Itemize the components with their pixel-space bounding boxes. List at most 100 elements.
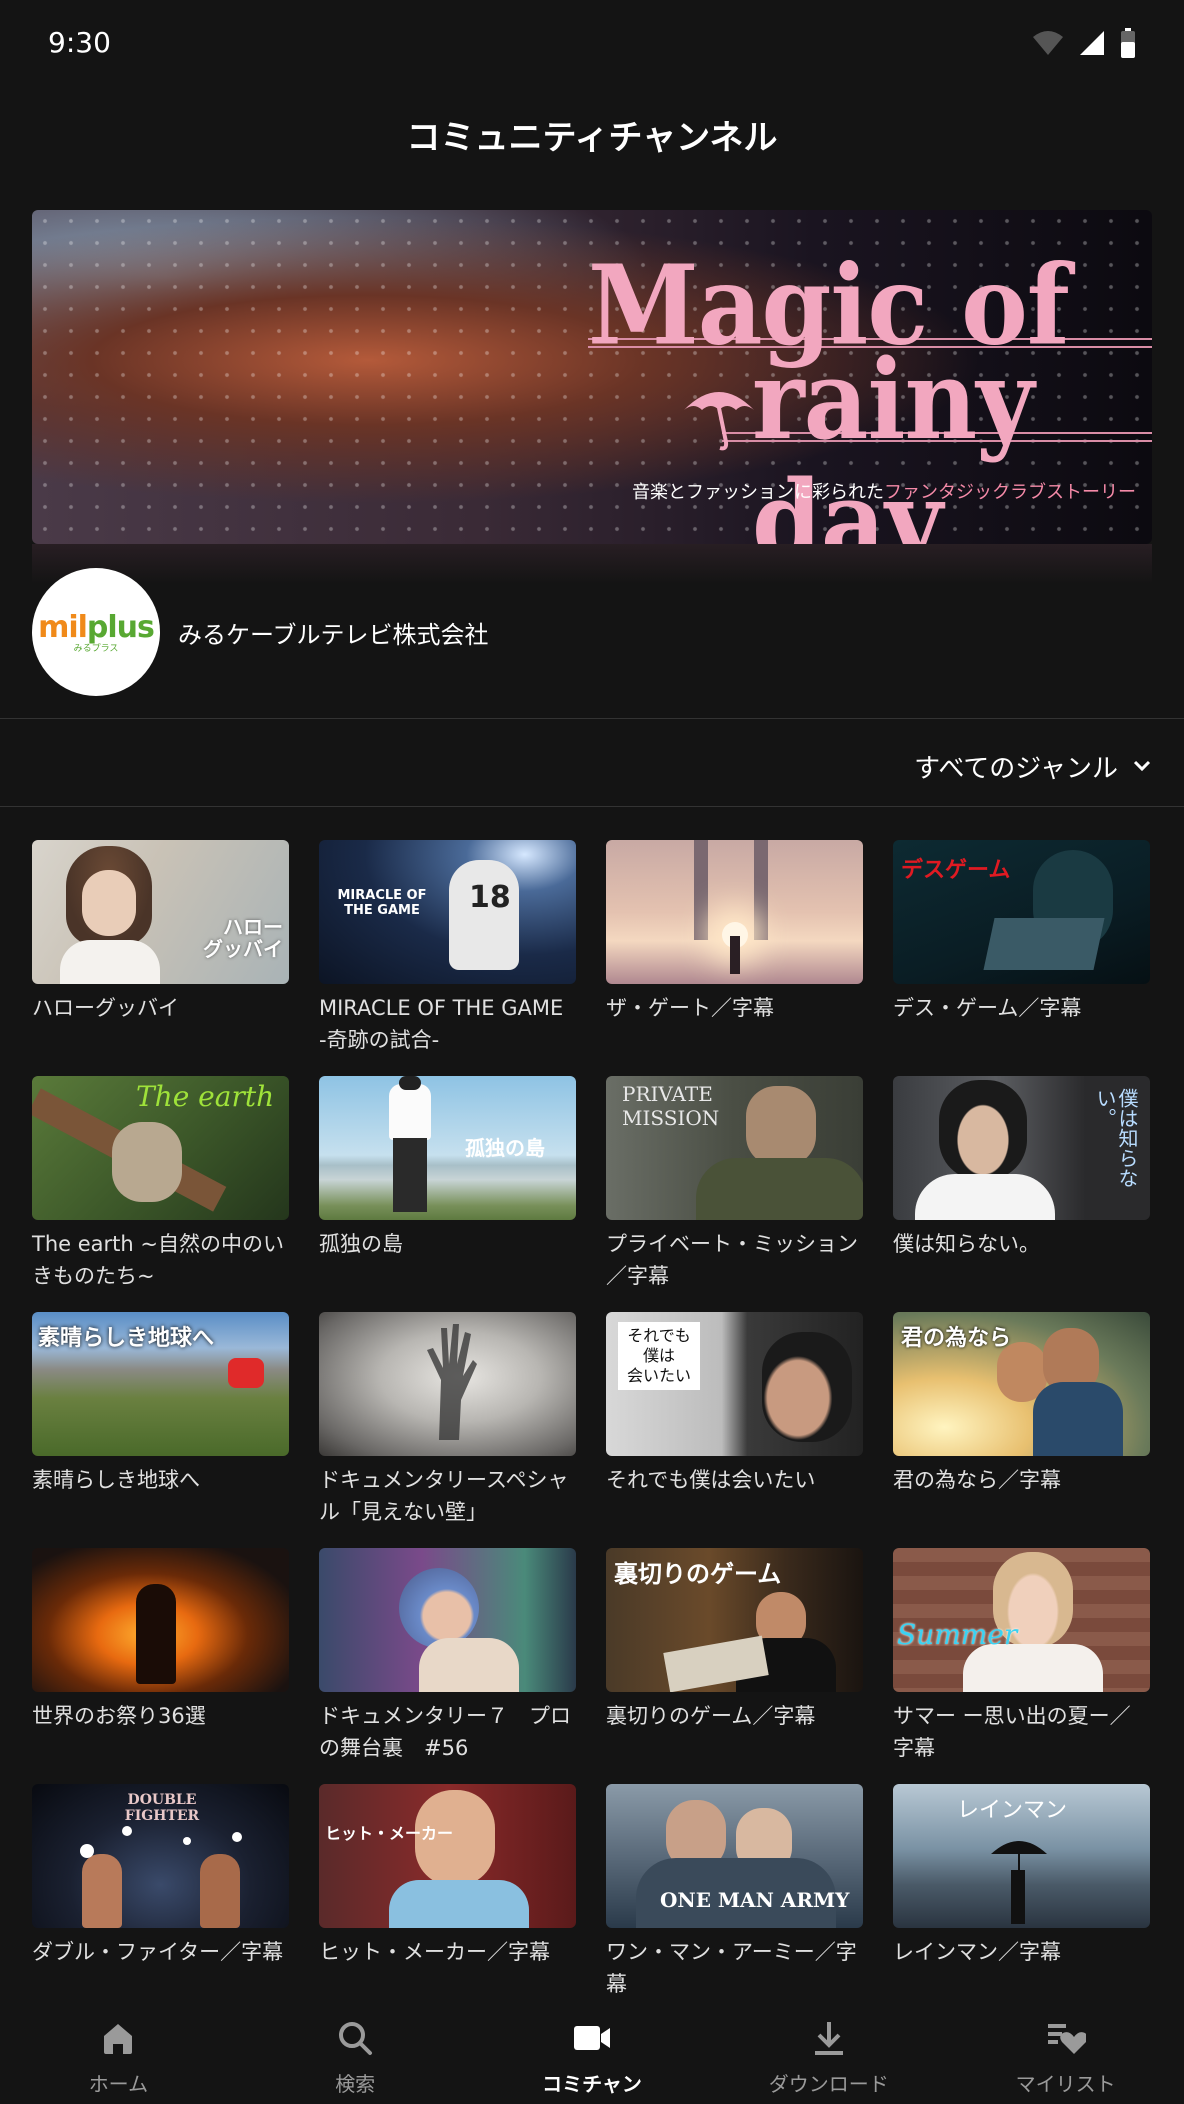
video-thumbnail[interactable] xyxy=(319,1312,576,1456)
video-tile[interactable]: それでも 僕は 会いたい それでも僕は会いたい xyxy=(606,1312,863,1496)
video-thumbnail[interactable]: ヒット・メーカー xyxy=(319,1784,576,1928)
thumbnail-caption: 素晴らしき地球へ xyxy=(38,1326,215,1351)
video-tile[interactable]: Summer サマー ー思い出の夏ー／字幕 xyxy=(893,1548,1150,1764)
video-tile[interactable]: ドキュメンタリースペシャル「見えない壁」 xyxy=(319,1312,576,1528)
video-title: 裏切りのゲーム／字幕 xyxy=(606,1704,816,1728)
video-tile[interactable]: 孤独の島 孤独の島 xyxy=(319,1076,576,1260)
video-title: レインマン／字幕 xyxy=(893,1940,1061,1964)
video-tile[interactable]: ハロー グッバイ ハローグッバイ xyxy=(32,840,289,1024)
banner-title-line2: rainy day xyxy=(752,334,1034,544)
thumbnail-caption: Summer xyxy=(897,1618,1018,1651)
video-thumbnail[interactable]: ハロー グッバイ xyxy=(32,840,289,984)
video-title: それでも僕は会いたい xyxy=(606,1468,816,1492)
video-thumbnail[interactable]: レインマン xyxy=(893,1784,1150,1928)
video-thumbnail[interactable]: 裏切りのゲーム xyxy=(606,1548,863,1692)
nav-item-search[interactable]: 検索 xyxy=(237,2000,474,2104)
video-tile[interactable]: PRIVATE MISSION プライベート・ミッション／字幕 xyxy=(606,1076,863,1292)
video-tile[interactable]: The earth The earth ~自然の中のいきものたち~ xyxy=(32,1076,289,1292)
video-thumbnail[interactable]: それでも 僕は 会いたい xyxy=(606,1312,863,1456)
video-thumbnail[interactable]: 孤独の島 xyxy=(319,1076,576,1220)
thumbnail-caption: 裏切りのゲーム xyxy=(614,1559,782,1588)
video-thumbnail[interactable] xyxy=(606,840,863,984)
video-tile[interactable]: ザ・ゲート／字幕 xyxy=(606,840,863,1024)
banner-subtitle-plain: 音楽とファッションに彩られた xyxy=(632,482,884,503)
nav-item-download[interactable]: ダウンロード xyxy=(710,2000,947,2104)
video-camera-icon xyxy=(573,2026,610,2050)
logo-plus: plus xyxy=(86,610,155,645)
video-tile[interactable]: ONE MAN ARMY ワン・マン・アーミー／字幕 xyxy=(606,1784,863,2000)
video-thumbnail[interactable]: The earth xyxy=(32,1076,289,1220)
channel-avatar[interactable]: milplus みるプラス xyxy=(32,568,160,696)
status-bar: 9:30 xyxy=(0,0,1184,88)
video-title: 素晴らしき地球へ xyxy=(32,1468,200,1492)
video-title: ダブル・ファイター／字幕 xyxy=(32,1940,284,1964)
genre-filter-dropdown[interactable]: すべてのジャンル xyxy=(914,740,1152,792)
video-title: The earth ~自然の中のいきものたち~ xyxy=(32,1232,284,1288)
video-thumbnail[interactable]: 僕は知らない。 xyxy=(893,1076,1150,1220)
banner-subtitle-accent: ファンタジックラブストーリー xyxy=(884,482,1136,503)
search-icon xyxy=(339,2022,373,2055)
battery-icon xyxy=(1121,28,1135,58)
thumbnail-caption: The earth xyxy=(136,1080,275,1113)
thumbnail-caption: レインマン xyxy=(957,1798,1068,1823)
thumbnail-caption: ヒット・メーカー xyxy=(325,1824,454,1843)
video-tile[interactable]: 裏切りのゲーム 裏切りのゲーム／字幕 xyxy=(606,1548,863,1732)
divider xyxy=(0,718,1184,719)
thumbnail-caption: DOUBLE FIGHTER xyxy=(124,1792,200,1824)
video-thumbnail[interactable] xyxy=(319,1548,576,1692)
divider xyxy=(0,806,1184,807)
video-tile[interactable]: レインマン レインマン／字幕 xyxy=(893,1784,1150,1968)
video-thumbnail[interactable]: ONE MAN ARMY xyxy=(606,1784,863,1928)
video-title: 君の為なら／字幕 xyxy=(893,1468,1061,1492)
home-icon xyxy=(104,2024,133,2054)
thumbnail-caption: ハロー グッバイ xyxy=(203,915,283,961)
video-thumbnail[interactable]: DOUBLE FIGHTER xyxy=(32,1784,289,1928)
video-title: 孤独の島 xyxy=(319,1232,403,1256)
video-thumbnail[interactable]: Summer xyxy=(893,1548,1150,1692)
video-tile[interactable]: ドキュメンタリー７ プロの舞台裏 #56 xyxy=(319,1548,576,1764)
video-title: ヒット・メーカー／字幕 xyxy=(319,1940,550,1964)
video-tile[interactable]: デスゲーム デス・ゲーム／字幕 xyxy=(893,840,1150,1024)
video-tile[interactable]: 僕は知らない。 僕は知らない。 xyxy=(893,1076,1150,1260)
video-thumbnail[interactable]: PRIVATE MISSION xyxy=(606,1076,863,1220)
video-tile[interactable]: 君の為なら 君の為なら／字幕 xyxy=(893,1312,1150,1496)
thumbnail-caption: ONE MAN ARMY xyxy=(660,1888,850,1912)
video-tile[interactable]: 素晴らしき地球へ 素晴らしき地球へ xyxy=(32,1312,289,1496)
logo-subtext: みるプラス xyxy=(73,644,119,654)
umbrella-icon xyxy=(684,392,754,451)
thumbnail-caption: デスゲーム xyxy=(901,857,1011,883)
nav-item-home[interactable]: ホーム xyxy=(0,2000,237,2104)
channel-banner[interactable]: Magic of rainy day 音楽とファッションに彩られたファンタジック… xyxy=(32,210,1152,544)
mylist-heart-icon xyxy=(1047,2024,1086,2054)
nav-item-community-channel[interactable]: コミチャン xyxy=(474,2000,711,2104)
video-tile[interactable]: 世界のお祭り36選 xyxy=(32,1548,289,1732)
video-title: ワン・マン・アーミー／字幕 xyxy=(606,1940,857,1996)
bottom-navigation: ホーム 検索 コミチャン ダウンロード マイリスト xyxy=(0,2000,1184,2104)
wifi-icon xyxy=(1033,31,1063,55)
video-thumbnail[interactable] xyxy=(32,1548,289,1692)
status-icons xyxy=(1032,28,1136,58)
thumbnail-caption: 孤独の島 xyxy=(465,1136,545,1160)
video-thumbnail[interactable]: 18 MIRACLE OF THE GAME xyxy=(319,840,576,984)
video-title: MIRACLE OF THE GAME -奇跡の試合- xyxy=(319,996,564,1052)
video-tile[interactable]: DOUBLE FIGHTER ダブル・ファイター／字幕 xyxy=(32,1784,289,1968)
channel-info[interactable]: milplus みるプラス みるケーブルテレビ株式会社 xyxy=(32,568,489,696)
video-title: デス・ゲーム／字幕 xyxy=(893,996,1082,1020)
video-tile[interactable]: 18 MIRACLE OF THE GAME MIRACLE OF THE GA… xyxy=(319,840,576,1056)
video-title: プライベート・ミッション／字幕 xyxy=(606,1232,858,1288)
nav-label: コミチャン xyxy=(542,2072,642,2096)
channel-logo: milplus xyxy=(38,610,155,645)
video-tile[interactable]: ヒット・メーカー ヒット・メーカー／字幕 xyxy=(319,1784,576,1968)
channel-name: みるケーブルテレビ株式会社 xyxy=(178,620,489,649)
nav-item-mylist[interactable]: マイリスト xyxy=(947,2000,1184,2104)
thumbnail-caption: それでも 僕は 会いたい xyxy=(618,1322,700,1390)
video-thumbnail[interactable]: 素晴らしき地球へ xyxy=(32,1312,289,1456)
video-title: ザ・ゲート／字幕 xyxy=(606,996,774,1020)
logo-mil: mil xyxy=(38,610,88,645)
video-title: ドキュメンタリースペシャル「見えない壁」 xyxy=(319,1468,569,1524)
video-thumbnail[interactable]: デスゲーム xyxy=(893,840,1150,984)
video-title: 僕は知らない。 xyxy=(893,1232,1040,1256)
video-title: 世界のお祭り36選 xyxy=(32,1704,206,1728)
video-thumbnail[interactable]: 君の為なら xyxy=(893,1312,1150,1456)
download-icon xyxy=(814,2022,843,2055)
